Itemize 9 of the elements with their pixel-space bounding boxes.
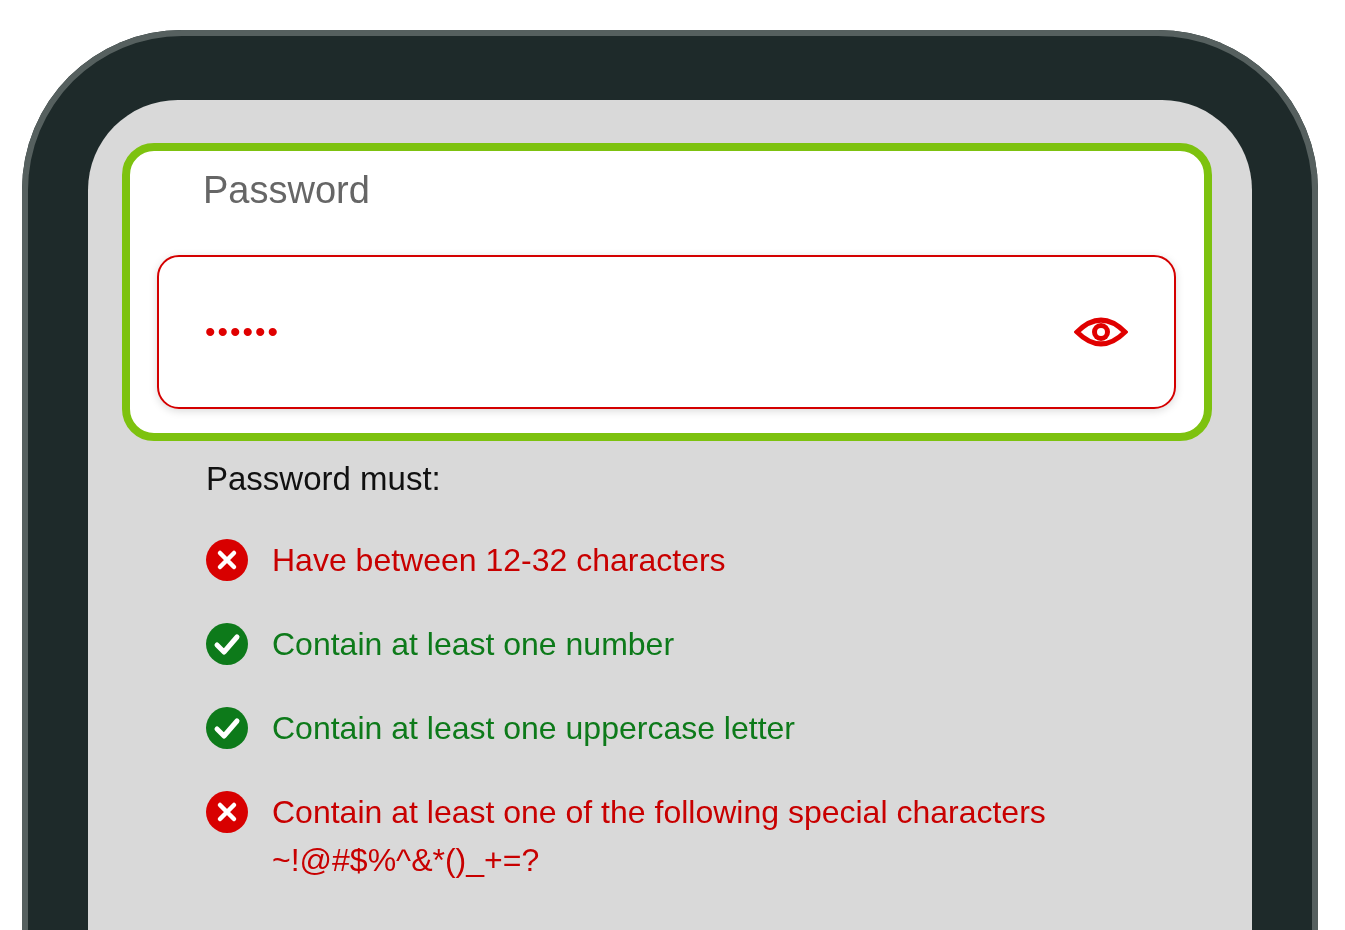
field-label: Password — [203, 168, 371, 213]
masked-password-value: •••••• — [205, 315, 282, 349]
requirement-text: Contain at least one uppercase letter — [272, 709, 795, 748]
requirement-text: Have between 12-32 characters — [272, 541, 726, 580]
requirement-text: Contain at least one of the following special characters — [272, 793, 1046, 832]
requirements-heading: Password must: — [206, 459, 441, 499]
password-field[interactable]: •••••• — [157, 255, 1176, 409]
special-characters-text: ~!@#$%^&*()_+=? — [272, 841, 541, 880]
requirement-text: Contain at least one number — [272, 625, 675, 664]
